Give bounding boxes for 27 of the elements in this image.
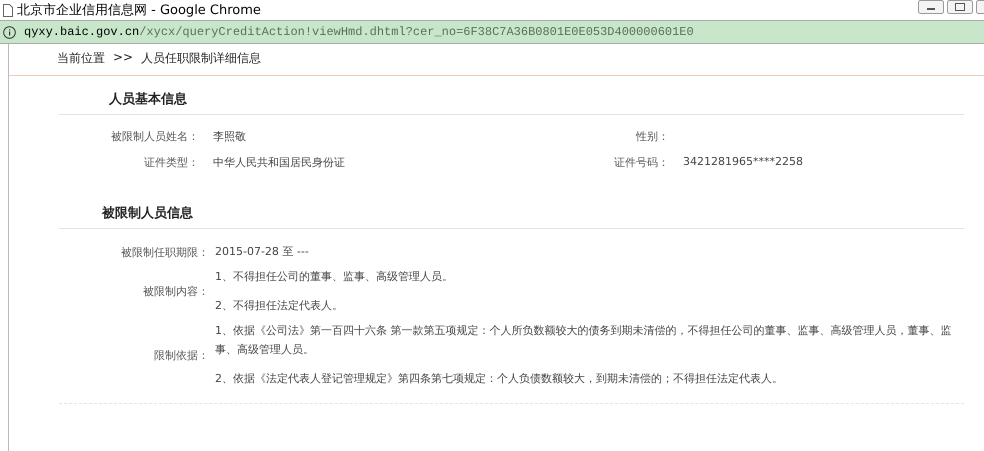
url-text: qyxy.baic.gov.cn/xycx/queryCreditAction!viewHmd.dhtml?cer_no=6F38C7A36B0801E0E053D400000601E0 [24, 25, 694, 39]
field-value: 2、不得担任法定代表人。 [215, 298, 344, 314]
field-value: 3421281965****2258 [682, 155, 803, 170]
field-value: 2、依据《法定代表人登记管理规定》第四条第七项规定：个人负债数额较大，到期未清偿的；不得担任法定代表人。 [215, 371, 784, 388]
breadcrumb-current: 人员任职限制详细信息 [141, 50, 262, 67]
field-label: 性别： [634, 129, 669, 144]
field-label: 限制依据： [153, 348, 209, 364]
breadcrumb-label: 当前位置 [57, 50, 105, 67]
minimize-icon[interactable] [918, 0, 944, 14]
section-title: 被限制人员信息 [59, 178, 964, 229]
field-label: 证件类型： [143, 155, 199, 170]
page-icon [3, 4, 13, 16]
field-value: 中华人民共和国居民身份证 [212, 155, 345, 170]
field-value: 1、不得担任公司的董事、监事、高级管理人员。 [215, 268, 454, 285]
field-label: 证件号码： [613, 155, 669, 170]
field-label: 被限制内容： [142, 284, 209, 300]
field-value: 1、依据《公司法》第一百四十六条 第一款第五项规定：个人所负数额较大的债务到期未清偿的，不得担任公司的董事、监事、高级管理人员，董事、监事、高级管理人员。 [215, 323, 952, 358]
field-value: 李照敬 [212, 129, 246, 144]
maximize-icon[interactable] [947, 0, 973, 14]
section-title: 人员基本信息 [59, 76, 964, 115]
address-bar[interactable]: qyxy.baic.gov.cn/xycx/queryCreditAction!viewHmd.dhtml?cer_no=6F38C7A36B0801E0E053D400000601E0 [0, 20, 984, 44]
window-title: 北京市企业信用信息网 - Google Chrome [17, 2, 261, 19]
info-icon[interactable] [3, 26, 16, 38]
field-value: 2015-07-28 至 --- [215, 244, 310, 260]
breadcrumb-separator: >> [113, 50, 134, 66]
field-label: 被限制任职期限： [120, 244, 209, 260]
field-label: 被限制人员姓名： [110, 129, 199, 144]
